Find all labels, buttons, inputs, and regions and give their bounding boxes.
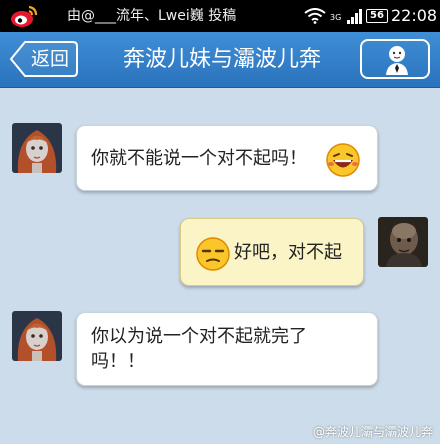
sender-avatar[interactable] bbox=[12, 123, 62, 173]
page-title: 奔波儿妹与灞波儿奔 bbox=[122, 47, 321, 72]
status-bar: 由@___流年、Lwei巍 投稿 3G 56 22:08 bbox=[0, 0, 440, 32]
message-bubble-outgoing[interactable]: 好吧，对不起 bbox=[180, 218, 364, 286]
watermark: @奔波儿灞与灞波儿奔 bbox=[313, 425, 434, 439]
sender-avatar[interactable] bbox=[12, 311, 62, 361]
message-bubble-incoming[interactable]: 你就不能说一个对不起吗！ bbox=[76, 125, 378, 191]
network-type-label: 3G bbox=[330, 13, 342, 22]
signal-strength-icon bbox=[347, 9, 362, 24]
notification-text: 由@___流年、Lwei巍 投稿 bbox=[67, 8, 237, 24]
person-icon bbox=[386, 46, 408, 75]
profile-button[interactable] bbox=[360, 39, 430, 79]
clock: 22:08 bbox=[391, 6, 438, 25]
weibo-logo-icon bbox=[11, 5, 38, 27]
message-bubble-incoming[interactable]: 你以为说一个对不起就完了吗！！ bbox=[76, 312, 378, 386]
message-text: 你以为说一个对不起就完了吗！！ bbox=[91, 326, 307, 372]
back-button[interactable]: 返回 bbox=[9, 40, 79, 78]
laughing-face-icon bbox=[326, 143, 360, 177]
wifi-icon bbox=[304, 8, 326, 24]
smirking-face-icon bbox=[196, 237, 230, 271]
self-avatar[interactable] bbox=[378, 217, 428, 267]
back-button-label: 返回 bbox=[31, 48, 70, 70]
message-text: 好吧，对不起 bbox=[234, 242, 342, 263]
nav-bar: 返回 奔波儿妹与灞波儿奔 bbox=[0, 32, 440, 88]
battery-icon: 56 bbox=[366, 9, 388, 23]
message-text: 你就不能说一个对不起吗！ bbox=[91, 148, 307, 169]
